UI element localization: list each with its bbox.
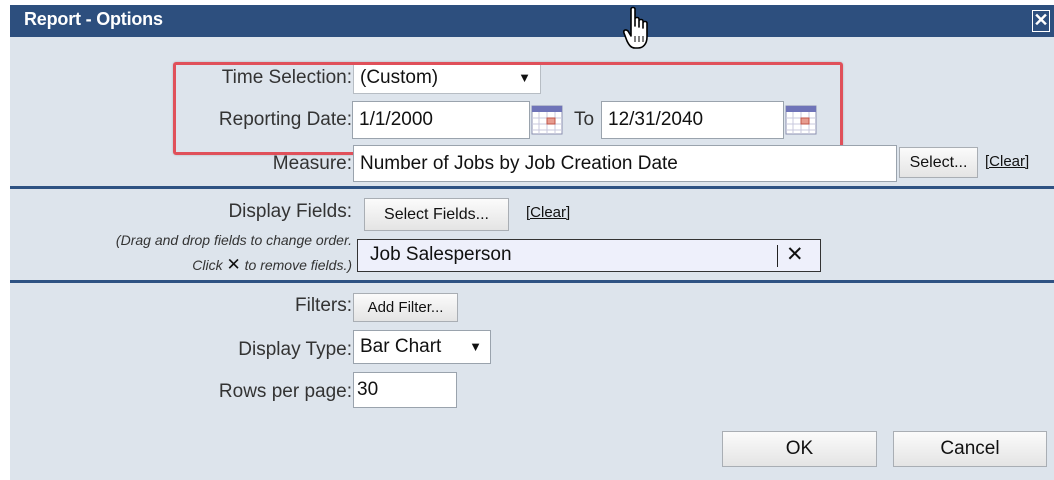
rows-per-page-label: Rows per page: [218, 381, 352, 402]
close-button[interactable]: ✕ [1032, 10, 1050, 32]
dropdown-arrow-icon: ▼ [469, 339, 482, 354]
rows-per-page-value: 30 [357, 379, 379, 400]
ok-label: OK [785, 438, 814, 459]
cancel-label: Cancel [940, 438, 1000, 459]
hint-click-text: Click [192, 257, 223, 273]
rows-per-page-input[interactable]: 30 [353, 372, 457, 408]
dialog-titlebar[interactable]: Report - Options ✕ [10, 5, 1054, 37]
cancel-button[interactable]: Cancel [893, 431, 1047, 467]
field-chip-job-salesperson[interactable]: Job Salesperson ✕ [357, 239, 821, 272]
section-divider [10, 280, 1054, 283]
measure-value: Number of Jobs by Job Creation Date [360, 153, 678, 174]
remove-field-icon[interactable]: ✕ [786, 242, 804, 267]
add-filter-button[interactable]: Add Filter... [353, 293, 458, 322]
select-fields-button[interactable]: Select Fields... [364, 198, 509, 231]
measure-input[interactable]: Number of Jobs by Job Creation Date [353, 145, 897, 182]
dialog-title: Report - Options [24, 9, 163, 29]
remove-icon: ✕ [226, 255, 241, 274]
measure-label: Measure: [272, 153, 352, 174]
display-type-label: Display Type: [238, 339, 352, 360]
display-type-dropdown[interactable]: Bar Chart ▼ [353, 330, 491, 364]
section-divider [10, 186, 1054, 189]
add-filter-label: Add Filter... [367, 299, 444, 316]
ok-button[interactable]: OK [722, 431, 877, 467]
report-options-dialog: Report - Options ✕ Time Selection: (Cust… [10, 5, 1054, 480]
close-icon: ✕ [1033, 10, 1049, 30]
display-fields-hint-line1: (Drag and drop fields to change order. [115, 232, 352, 248]
field-chip-separator [777, 245, 778, 267]
measure-select-label: Select... [909, 154, 968, 171]
hint-remove-text: to remove fields.) [244, 257, 352, 273]
measure-select-button[interactable]: Select... [899, 147, 978, 178]
measure-clear-link[interactable]: [Clear] [985, 153, 1029, 170]
field-chip-label: Job Salesperson [370, 244, 512, 265]
display-fields-hint-line2: Click ✕ to remove fields.) [192, 255, 352, 275]
display-type-value: Bar Chart [360, 336, 442, 357]
highlight-box [173, 62, 843, 155]
hand-cursor-icon [623, 6, 648, 49]
select-fields-label: Select Fields... [384, 206, 489, 223]
filters-label: Filters: [295, 295, 352, 316]
display-fields-clear-link[interactable]: [Clear] [526, 204, 570, 221]
display-fields-label: Display Fields: [228, 201, 352, 222]
